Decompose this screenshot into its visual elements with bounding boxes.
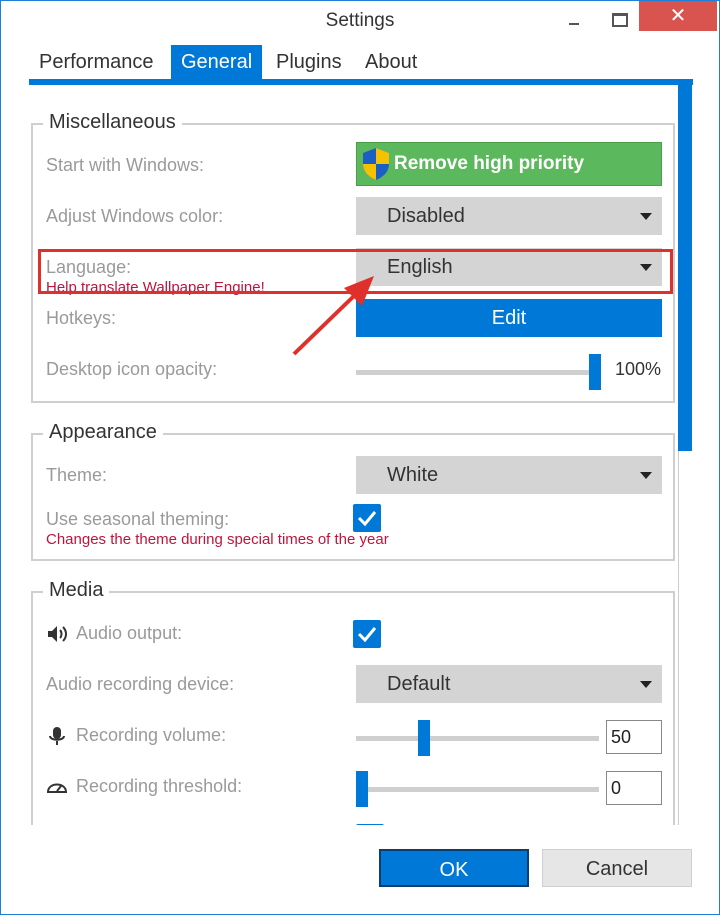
desktop-icon-opacity-value: 100% bbox=[615, 359, 662, 379]
start-with-windows-label: Start with Windows: bbox=[46, 155, 205, 175]
audio-output-label: Audio output: bbox=[76, 623, 183, 643]
ok-button[interactable]: OK bbox=[379, 849, 529, 887]
close-icon: ✕ bbox=[669, 5, 687, 27]
desktop-icon-opacity-slider-track[interactable] bbox=[356, 370, 594, 375]
audio-recording-device-label: Audio recording device: bbox=[46, 674, 235, 694]
chevron-down-icon bbox=[640, 472, 652, 479]
recording-volume-input[interactable]: 50 bbox=[606, 720, 662, 754]
audio-recording-device-value: Default bbox=[387, 673, 451, 695]
checkmark-icon bbox=[357, 511, 377, 527]
scrollbar-thumb[interactable] bbox=[678, 85, 692, 451]
appearance-legend: Appearance bbox=[43, 421, 163, 444]
audio-recording-device-dropdown[interactable]: Default bbox=[356, 665, 662, 703]
chevron-down-icon bbox=[640, 681, 652, 688]
tab-plugins[interactable]: Plugins bbox=[266, 45, 352, 79]
seasonal-theming-hint: Changes the theme during special times o… bbox=[46, 531, 389, 548]
annotation-arrow-icon bbox=[292, 276, 374, 356]
theme-label: Theme: bbox=[46, 465, 108, 485]
recording-threshold-input[interactable]: 0 bbox=[606, 771, 662, 805]
seasonal-theming-label: Use seasonal theming: bbox=[46, 509, 230, 529]
media-next-checkbox[interactable] bbox=[356, 824, 384, 825]
theme-value: White bbox=[387, 464, 439, 486]
recording-threshold-label: Recording threshold: bbox=[76, 776, 243, 796]
appearance-group: Appearance Theme: White Use seasonal the… bbox=[31, 421, 675, 561]
uac-shield-icon bbox=[363, 148, 389, 180]
theme-dropdown[interactable]: White bbox=[356, 456, 662, 494]
chevron-down-icon bbox=[640, 213, 652, 220]
gauge-icon bbox=[46, 783, 68, 793]
close-button[interactable]: ✕ bbox=[639, 1, 717, 31]
adjust-windows-color-label: Adjust Windows color: bbox=[46, 206, 224, 226]
checkmark-icon bbox=[357, 627, 377, 643]
adjust-windows-color-dropdown[interactable]: Disabled bbox=[356, 197, 662, 235]
remove-high-priority-label: Remove high priority bbox=[394, 153, 585, 174]
title-bar: Settings ✕ bbox=[1, 1, 719, 39]
recording-volume-label: Recording volume: bbox=[76, 725, 227, 745]
microphone-icon bbox=[49, 727, 65, 745]
tab-performance[interactable]: Performance bbox=[29, 45, 164, 79]
tab-general[interactable]: General bbox=[171, 45, 263, 79]
maximize-button[interactable] bbox=[597, 1, 643, 35]
recording-volume-slider-track[interactable] bbox=[356, 736, 599, 741]
tab-about[interactable]: About bbox=[355, 45, 427, 79]
media-group: Media Audio output: Audio recording devi… bbox=[31, 579, 675, 825]
recording-threshold-slider-thumb[interactable] bbox=[356, 771, 368, 807]
desktop-icon-opacity-label: Desktop icon opacity: bbox=[46, 359, 218, 379]
settings-content: Miscellaneous Start with Windows: Remove… bbox=[29, 85, 679, 825]
miscellaneous-legend: Miscellaneous bbox=[43, 111, 182, 134]
audio-output-checkbox[interactable] bbox=[353, 620, 381, 648]
speaker-icon bbox=[48, 626, 67, 642]
adjust-windows-color-value: Disabled bbox=[387, 205, 465, 227]
cancel-button[interactable]: Cancel bbox=[542, 849, 692, 887]
recording-threshold-slider-track[interactable] bbox=[356, 787, 599, 792]
settings-window: Settings ✕ Performance General Plugins A… bbox=[0, 0, 720, 915]
media-legend: Media bbox=[43, 579, 110, 602]
seasonal-theming-checkbox[interactable] bbox=[353, 504, 381, 532]
desktop-icon-opacity-slider-thumb[interactable] bbox=[589, 354, 601, 390]
hotkeys-edit-button[interactable]: Edit bbox=[356, 299, 662, 337]
minimize-button[interactable] bbox=[551, 1, 597, 35]
hotkeys-label: Hotkeys: bbox=[46, 308, 117, 328]
remove-high-priority-button[interactable]: Remove high priority bbox=[356, 142, 662, 186]
recording-volume-slider-thumb[interactable] bbox=[418, 720, 430, 756]
